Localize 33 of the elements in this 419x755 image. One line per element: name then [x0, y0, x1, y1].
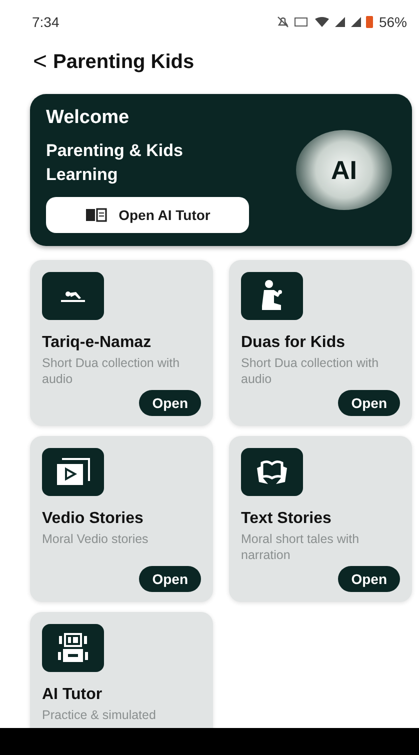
battery-percent: 56% [378, 14, 407, 30]
feature-card[interactable]: Text Stories Moral short tales with narration Open [229, 436, 412, 602]
praying-person-icon [259, 279, 285, 313]
feature-card[interactable]: Tariq-e-Namaz Short Dua collection with audio Open [30, 260, 213, 426]
video-icon [56, 458, 90, 486]
card-description: Moral short tales with narration [241, 531, 360, 563]
open-button[interactable]: Open [139, 566, 201, 592]
page-title: Parenting Kids [53, 50, 194, 74]
card-description: Short Dua collection with audio [241, 355, 380, 387]
ai-badge: AI [296, 130, 392, 210]
robot-icon [57, 632, 89, 664]
card-title: Duas for Kids [241, 334, 346, 352]
welcome-heading: Welcome [46, 107, 130, 129]
feature-card[interactable]: Vedio Stories Moral Vedio stories Open [30, 436, 213, 602]
card-title: Text Stories [241, 510, 332, 528]
card-title: AI Tutor [42, 686, 104, 704]
banner-subtitle: Parenting & Kids Learning [46, 140, 184, 186]
back-button[interactable]: < [33, 48, 48, 76]
open-ai-tutor-button[interactable]: Open AI Tutor [46, 197, 249, 233]
card-description: Short Dua collection with audio [42, 355, 181, 387]
card-title: Vedio Stories [42, 510, 144, 528]
prayer-icon [60, 289, 86, 303]
clock-time: 7:34 [32, 14, 60, 30]
card-description: Moral Vedio stories [42, 531, 150, 547]
book-icon [84, 208, 107, 222]
open-button[interactable]: Open [338, 566, 400, 592]
feature-card[interactable]: AI Tutor Practice & simulated [30, 612, 213, 728]
open-button[interactable]: Open [139, 390, 201, 416]
feature-card[interactable]: Duas for Kids Short Dua collection with audio Open [229, 260, 412, 426]
card-title: Tariq-e-Namaz [42, 334, 152, 352]
card-description: Practice & simulated [42, 707, 157, 723]
open-button[interactable]: Open [338, 390, 400, 416]
open-book-icon [255, 458, 289, 486]
